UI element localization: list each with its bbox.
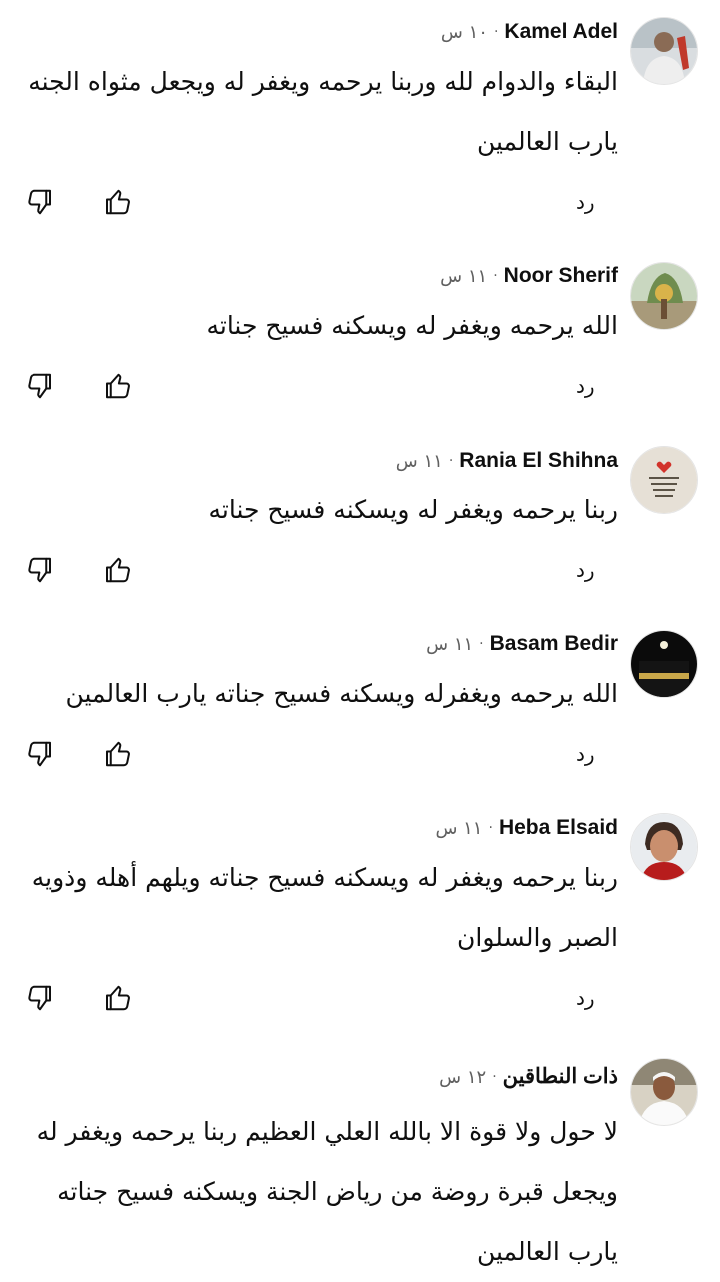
separator: · [492, 1069, 497, 1085]
dislike-button[interactable] [20, 550, 60, 590]
reply-button[interactable]: رد [576, 558, 595, 582]
avatar[interactable] [630, 446, 698, 514]
comment-header: ذات النطاقين · ١٢ س [439, 1062, 618, 1092]
reply-button[interactable]: رد [576, 190, 595, 214]
comment-header: Basam Bedir · ١١ س [426, 629, 618, 659]
comment-header: Heba Elsaid · ١١ س [435, 813, 618, 843]
comment-actions: رد [0, 182, 720, 230]
thumbs-up-icon [106, 373, 130, 399]
timestamp: ١٢ س [439, 1067, 487, 1088]
comment-text: البقاء والدوام لله وربنا يرحمه ويغفر له … [28, 67, 618, 156]
author-name[interactable]: Rania El Shihna [459, 449, 618, 472]
author-name[interactable]: Heba Elsaid [499, 816, 618, 839]
thumbs-up-icon [106, 985, 130, 1011]
comment-header: Rania El Shihna · ١١ س [396, 446, 618, 476]
avatar[interactable] [630, 813, 698, 881]
reply-button[interactable]: رد [576, 986, 595, 1010]
like-button[interactable] [97, 550, 137, 590]
like-button[interactable] [97, 182, 137, 222]
author-name[interactable]: Basam Bedir [490, 632, 618, 655]
author-name[interactable]: ذات النطاقين [503, 1065, 618, 1088]
avatar[interactable] [630, 262, 698, 330]
comment-header: Kamel Adel · ١٠ س [441, 17, 618, 47]
avatar[interactable] [630, 17, 698, 85]
timestamp: ١٠ س [440, 22, 488, 43]
dislike-button[interactable] [20, 978, 60, 1018]
author-name[interactable]: Noor Sherif [504, 264, 618, 287]
like-button[interactable] [97, 978, 137, 1018]
comment-text: الله يرحمه ويغفرله ويسكنه فسيح جناته يار… [65, 679, 618, 708]
timestamp: ١١ س [435, 818, 483, 839]
dislike-button[interactable] [20, 182, 60, 222]
thumbs-down-icon [28, 741, 51, 767]
comment-text: لا حول ولا قوة الا بالله العلي العظيم رب… [36, 1117, 618, 1266]
thumbs-down-icon [28, 557, 51, 583]
like-button[interactable] [97, 366, 137, 406]
separator: · [493, 24, 499, 40]
comment-actions: رد [0, 550, 720, 598]
thumbs-up-icon [106, 557, 130, 583]
separator: · [479, 636, 484, 652]
reply-button[interactable]: رد [576, 374, 595, 398]
comment-actions: رد [0, 366, 720, 414]
comment-text: ربنا يرحمه ويغفر له ويسكنه فسيح جناته [208, 495, 619, 524]
separator: · [448, 453, 454, 469]
thumbs-up-icon [106, 189, 130, 215]
like-button[interactable] [97, 734, 137, 774]
reply-button[interactable]: رد [576, 742, 595, 766]
thumbs-down-icon [28, 189, 51, 215]
dislike-button[interactable] [20, 366, 60, 406]
timestamp: ١١ س [395, 451, 443, 472]
comment-text: الله يرحمه ويغفر له ويسكنه فسيح جناته [206, 311, 618, 340]
separator: · [493, 268, 498, 284]
avatar[interactable] [630, 1058, 698, 1126]
thumbs-down-icon [28, 985, 51, 1011]
comment-header: Noor Sherif · ١١ س [440, 261, 618, 291]
separator: · [488, 820, 493, 836]
comment-actions: رد [0, 734, 720, 782]
thumbs-up-icon [106, 741, 130, 767]
dislike-button[interactable] [20, 734, 60, 774]
timestamp: ١١ س [440, 266, 488, 287]
comment-text: ربنا يرحمه ويغفر له ويسكنه فسيح جناته وي… [31, 863, 618, 952]
thumbs-down-icon [28, 373, 51, 399]
author-name[interactable]: Kamel Adel [504, 20, 618, 43]
comment-actions: رد [0, 978, 720, 1026]
timestamp: ١١ س [426, 634, 474, 655]
avatar[interactable] [630, 630, 698, 698]
